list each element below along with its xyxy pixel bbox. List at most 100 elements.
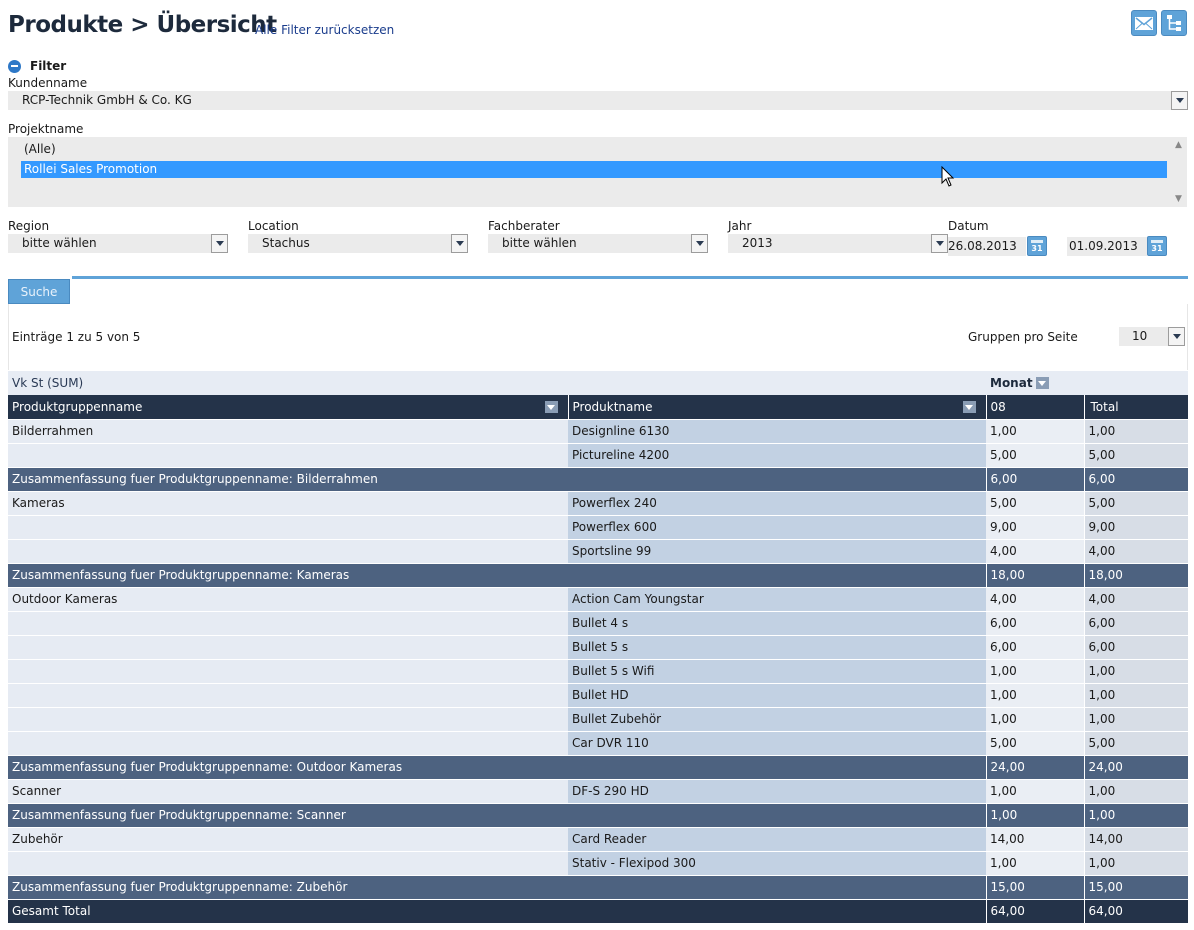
customer-label: Kundenname: [8, 76, 88, 90]
total-value-cell: 15,00: [1084, 875, 1189, 900]
project-option-all[interactable]: (Alle): [21, 141, 56, 158]
filter-heading[interactable]: Filter: [8, 59, 66, 73]
group-cell: [8, 635, 568, 660]
sort-icon[interactable]: [1035, 377, 1049, 389]
measure-label: Vk St (SUM): [12, 376, 84, 390]
product-cell: Bullet HD: [568, 683, 986, 708]
groups-per-page-select[interactable]: 10: [1119, 327, 1185, 346]
date-to-input[interactable]: 01.09.2013: [1067, 237, 1147, 256]
sort-icon[interactable]: [544, 401, 558, 413]
date-label: Datum: [948, 219, 989, 233]
filter-heading-label: Filter: [30, 59, 67, 73]
summary-row: Zusammenfassung fuer Produktgruppenname:…: [8, 467, 1189, 492]
month-value-cell: 14,00: [986, 827, 1085, 852]
group-cell: Bilderrahmen: [8, 419, 568, 444]
product-cell: Card Reader: [568, 827, 986, 852]
total-value-cell: 14,00: [1084, 827, 1189, 852]
location-label: Location: [248, 219, 299, 233]
group-cell: Zubehör: [8, 827, 568, 852]
sitemap-icon: [1167, 15, 1181, 31]
mail-icon: [1135, 16, 1153, 30]
reset-filters-link[interactable]: Alle Filter zurücksetzen: [255, 23, 394, 37]
month-value-cell: 1,00: [986, 851, 1085, 876]
header-month: 08: [986, 395, 1085, 420]
scroll-down-icon[interactable]: ▼: [1175, 194, 1182, 204]
advisor-select[interactable]: bitte wählen: [488, 234, 708, 253]
summary-label: Zusammenfassung fuer Produktgruppenname:…: [8, 755, 987, 780]
scroll-up-icon[interactable]: ▲: [1175, 140, 1182, 150]
sort-icon[interactable]: [962, 401, 976, 413]
total-value-cell: 18,00: [1084, 563, 1189, 588]
month-value-cell: 5,00: [986, 443, 1085, 468]
mouse-cursor-icon: [941, 166, 955, 187]
year-select[interactable]: 2013: [728, 234, 948, 253]
table-row: Bilderrahmen Designline 6130 1,00 1,00: [8, 419, 1189, 444]
date-from-input[interactable]: 26.08.2013: [948, 237, 1026, 256]
group-cell: Outdoor Kameras: [8, 587, 568, 612]
total-value-cell: 5,00: [1084, 491, 1189, 516]
product-cell: Bullet Zubehör: [568, 707, 986, 732]
chevron-down-icon: [1171, 91, 1188, 110]
table-row: Bullet 5 s 6,00 6,00: [8, 635, 1189, 660]
page-title: Produkte > Übersicht: [8, 12, 277, 38]
summary-label: Zusammenfassung fuer Produktgruppenname:…: [8, 803, 987, 828]
table-row: Bullet 5 s Wifi 1,00 1,00: [8, 659, 1189, 684]
total-value-cell: 1,00: [1084, 419, 1189, 444]
product-cell: Bullet 5 s Wifi: [568, 659, 986, 684]
table-row: Stativ - Flexipod 300 1,00 1,00: [8, 851, 1189, 876]
group-cell: [8, 851, 568, 876]
summary-label: Zusammenfassung fuer Produktgruppenname:…: [8, 563, 987, 588]
calendar-icon[interactable]: 31: [1147, 236, 1167, 256]
summary-label: Zusammenfassung fuer Produktgruppenname:…: [8, 875, 987, 900]
year-label: Jahr: [728, 219, 752, 233]
structure-button[interactable]: [1161, 10, 1187, 36]
region-select[interactable]: bitte wählen: [8, 234, 228, 253]
group-cell: [8, 659, 568, 684]
customer-select[interactable]: RCP-Technik GmbH & Co. KG: [8, 91, 1188, 110]
product-cell: Designline 6130: [568, 419, 986, 444]
entries-count: Einträge 1 zu 5 von 5: [12, 330, 141, 344]
total-value-cell: 4,00: [1084, 539, 1189, 564]
groups-per-page-label: Gruppen pro Seite: [968, 330, 1078, 344]
project-listbox-scrollbar[interactable]: ▲ ▼: [1170, 137, 1187, 207]
month-value-cell: 6,00: [986, 611, 1085, 636]
total-value-cell: 5,00: [1084, 731, 1189, 756]
summary-label: Zusammenfassung fuer Produktgruppenname:…: [8, 467, 987, 492]
region-select-value: bitte wählen: [22, 236, 97, 250]
column-field-monat[interactable]: Monat: [990, 376, 1049, 390]
location-select[interactable]: Stachus: [248, 234, 468, 253]
summary-row: Zusammenfassung fuer Produktgruppenname:…: [8, 563, 1189, 588]
total-value-cell: 6,00: [1084, 611, 1189, 636]
mail-button[interactable]: [1131, 10, 1157, 36]
project-option-selected[interactable]: Rollei Sales Promotion: [21, 161, 1167, 178]
pivot-body: Bilderrahmen Designline 6130 1,00 1,00 Pictu…: [8, 419, 1189, 924]
table-row: Bullet Zubehör 1,00 1,00: [8, 707, 1189, 732]
header-group[interactable]: Produktgruppenname: [8, 395, 569, 420]
group-cell: [8, 707, 568, 732]
header-product[interactable]: Produktname: [568, 395, 987, 420]
total-value-cell: 9,00: [1084, 515, 1189, 540]
group-cell: [8, 539, 568, 564]
table-row: Bullet 4 s 6,00 6,00: [8, 611, 1189, 636]
pivot-meta-row: Vk St (SUM) Monat: [8, 371, 1188, 395]
product-cell: Powerflex 600: [568, 515, 986, 540]
group-cell: [8, 683, 568, 708]
total-value-cell: 6,00: [1084, 467, 1189, 492]
table-row: Pictureline 4200 5,00 5,00: [8, 443, 1189, 468]
table-row: Kameras Powerflex 240 5,00 5,00: [8, 491, 1189, 516]
table-row: Outdoor Kameras Action Cam Youngstar 4,00 4…: [8, 587, 1189, 612]
month-value-cell: 9,00: [986, 515, 1085, 540]
header-total: Total: [1084, 395, 1189, 420]
total-value-cell: 1,00: [1084, 803, 1189, 828]
month-value-cell: 24,00: [986, 755, 1085, 780]
group-cell: [8, 611, 568, 636]
chevron-down-icon: [691, 234, 708, 253]
month-value-cell: 1,00: [986, 419, 1085, 444]
calendar-icon[interactable]: 31: [1027, 236, 1047, 256]
group-cell: Kameras: [8, 491, 568, 516]
month-value-cell: 1,00: [986, 683, 1085, 708]
collapse-icon[interactable]: [8, 59, 21, 73]
header-product-label: Produktname: [572, 399, 653, 414]
project-listbox[interactable]: (Alle) Rollei Sales Promotion ▲ ▼: [8, 137, 1187, 207]
search-button[interactable]: Suche: [8, 279, 70, 304]
